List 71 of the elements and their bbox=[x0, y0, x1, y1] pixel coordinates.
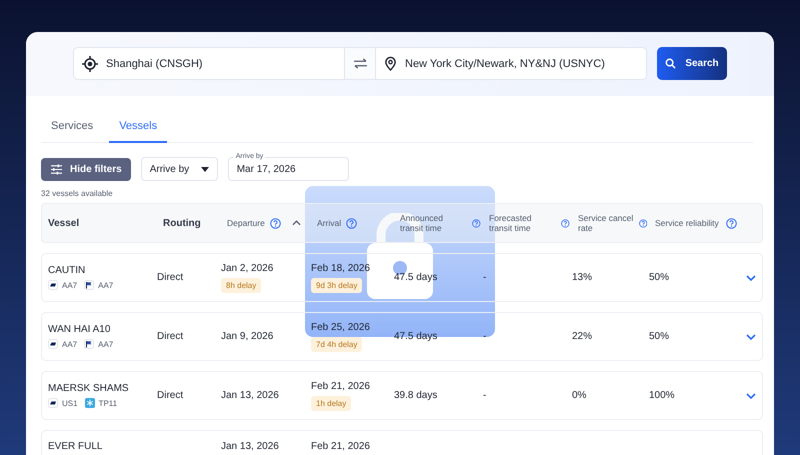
cancel-rate: 13% bbox=[572, 272, 592, 283]
service-code: AA7 bbox=[62, 340, 78, 348]
column-header: Announced transit time bbox=[400, 213, 444, 233]
vessel-name: WAN HAI A10 bbox=[48, 324, 110, 335]
help-icon[interactable] bbox=[638, 218, 647, 228]
vessel-name: EVER FULL bbox=[48, 441, 102, 452]
caret-icon bbox=[200, 166, 209, 172]
delay-badge: 8h delay bbox=[221, 278, 262, 292]
arrive-by-dropdown[interactable]: Arrive by bbox=[140, 157, 218, 181]
service-code: TP11 bbox=[98, 398, 118, 408]
tab[interactable]: Services bbox=[41, 117, 104, 143]
transit-time: 47.5 days bbox=[394, 272, 438, 283]
service-code: US1 bbox=[62, 398, 78, 408]
cancel-rate: 0% bbox=[572, 390, 586, 401]
help-icon[interactable] bbox=[561, 218, 570, 228]
column-header: Service reliability bbox=[655, 218, 719, 228]
search-button[interactable]: Search bbox=[657, 47, 727, 80]
service-code: AA7 bbox=[62, 280, 78, 290]
help-icon[interactable] bbox=[346, 218, 358, 228]
hide-filters-button[interactable]: Hide filters bbox=[41, 158, 131, 181]
tab[interactable]: Vessels bbox=[109, 117, 168, 143]
service-code: AA7 bbox=[98, 340, 114, 348]
chevron-down-icon[interactable] bbox=[746, 334, 756, 340]
column-header: Routing bbox=[163, 218, 201, 228]
vessel-row[interactable]: WAN HAI A10 AA7 AA7 Direct Jan 9, 2026 Feb 25, 2026 7d 4h delay 47.5 days - 22% 50% bbox=[41, 312, 763, 361]
forecast-time: - bbox=[483, 272, 486, 283]
routing-text: Direct bbox=[157, 272, 184, 283]
vessel-name: MAERSK SHAMS bbox=[48, 383, 129, 394]
snowflake-icon bbox=[84, 398, 95, 408]
vessel-row[interactable]: MAERSK SHAMS US1 TP11 Direct Jan 13, 2026 Feb 21, 2026 1h delay 39.8 days - 0% 100% bbox=[41, 371, 763, 420]
reliability: 50% bbox=[649, 272, 670, 283]
routing-text: Direct bbox=[157, 390, 184, 401]
vessel-row[interactable]: CAUTIN AA7 AA7 Direct Jan 2, 2026 8h delay Feb 18, 2026 9d 3h delay 47.5 days - 13% 50% bbox=[41, 253, 763, 302]
departure-date: Jan 13, 2026 bbox=[221, 390, 279, 401]
departure-date: Jan 13, 2026 bbox=[221, 441, 279, 452]
service-code: AA7 bbox=[98, 280, 114, 290]
column-header: Departure bbox=[227, 218, 265, 228]
forecast-time: - bbox=[483, 390, 486, 401]
departure-date: Jan 2, 2026 bbox=[221, 262, 274, 274]
cancel-rate: 22% bbox=[572, 331, 592, 342]
transit-time: 39.8 days bbox=[394, 390, 438, 401]
column-header: Vessel bbox=[48, 218, 80, 228]
help-icon[interactable] bbox=[726, 218, 737, 228]
transit-time: 47.5 days bbox=[394, 331, 438, 342]
departure-date: Jan 9, 2026 bbox=[221, 331, 274, 342]
help-icon[interactable] bbox=[270, 218, 281, 228]
vessel-name: CAUTIN bbox=[48, 265, 86, 276]
sort-ascending-icon[interactable] bbox=[292, 220, 301, 226]
sliders-icon bbox=[50, 164, 63, 175]
routing-text: Direct bbox=[157, 331, 184, 342]
arrival-date: Feb 25, 2026 bbox=[311, 322, 370, 332]
flag-icon bbox=[84, 280, 94, 290]
search-icon bbox=[665, 58, 676, 69]
forecast-time: - bbox=[483, 331, 486, 342]
arrival-date: Feb 18, 2026 bbox=[311, 262, 370, 274]
arrival-date: Feb 21, 2026 bbox=[311, 441, 370, 452]
chevron-down-icon[interactable] bbox=[746, 274, 756, 280]
column-header: Arrival bbox=[317, 218, 342, 228]
vessel-row[interactable]: EVER FULL Jan 13, 2026 Feb 21, 2026 bbox=[41, 430, 763, 455]
result-count: 32 vessels available bbox=[41, 189, 114, 198]
delay-badge: 1h delay bbox=[311, 396, 352, 410]
column-header: Service cancel rate bbox=[578, 213, 634, 233]
chevron-down-icon[interactable] bbox=[746, 392, 756, 398]
flag-icon bbox=[84, 339, 94, 349]
column-header: Forecasted transit time bbox=[489, 213, 533, 233]
help-icon[interactable] bbox=[472, 218, 481, 228]
reliability: 50% bbox=[649, 331, 670, 342]
delay-badge: 7d 4h delay bbox=[311, 336, 362, 352]
delay-badge: 9d 3h delay bbox=[311, 278, 362, 292]
arrival-date: Feb 21, 2026 bbox=[311, 380, 370, 392]
reliability: 100% bbox=[649, 390, 675, 401]
